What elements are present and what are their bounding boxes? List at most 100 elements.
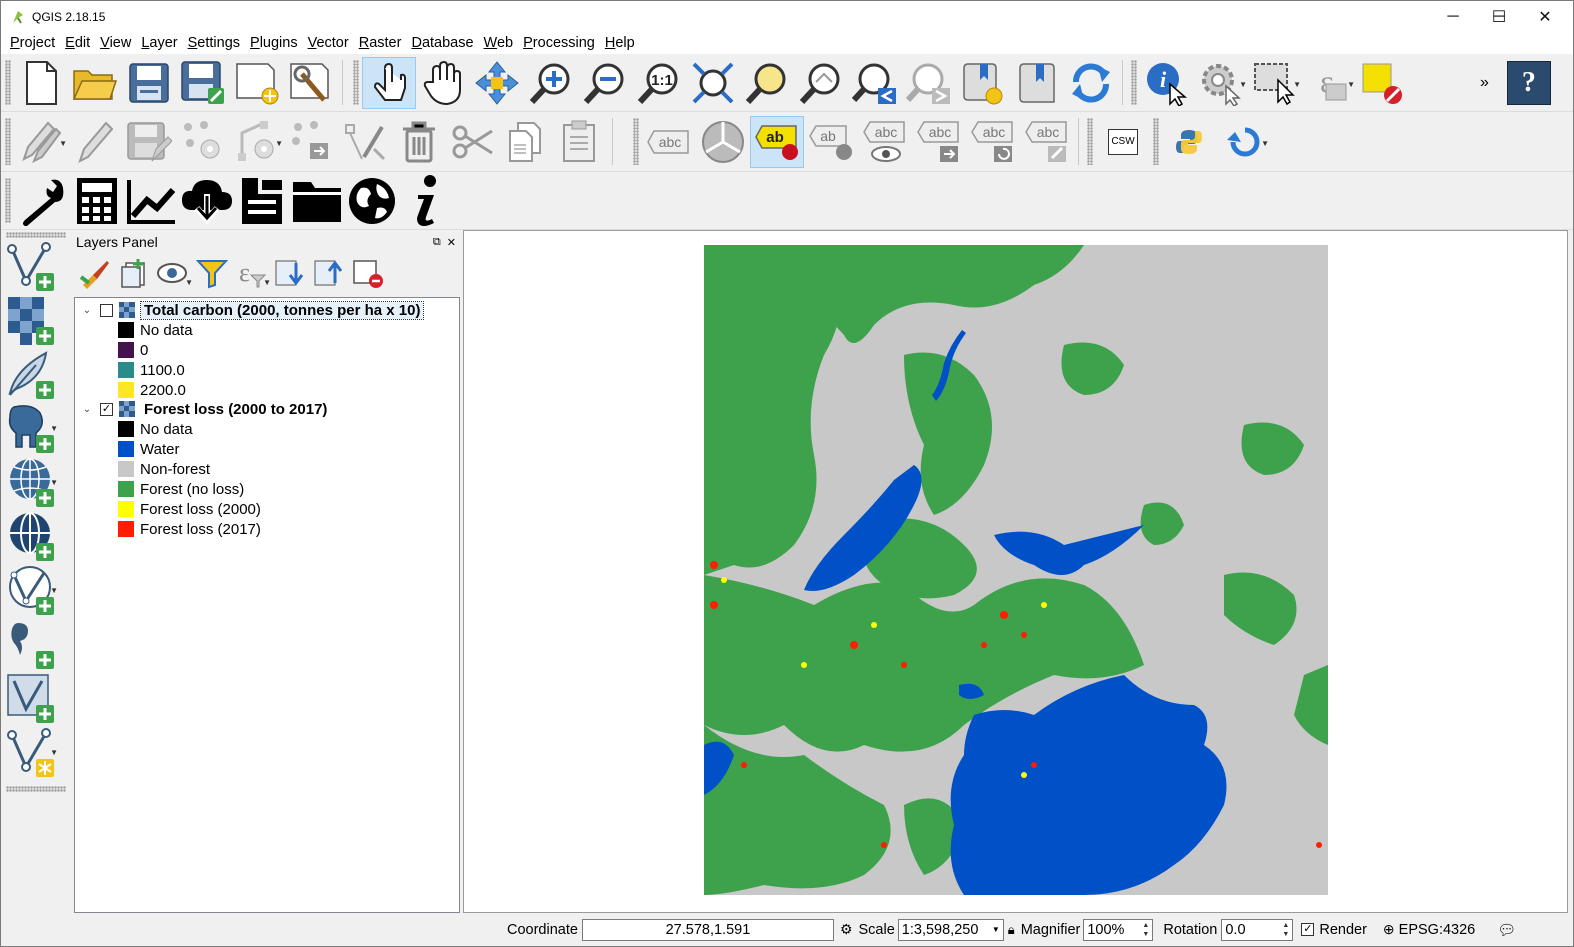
toolbar-handle[interactable]	[5, 59, 11, 106]
spin-arrows-icon[interactable]: ▲ ▼	[1282, 921, 1289, 939]
scale-combo[interactable]: 1:3,598,250 ▼	[897, 918, 1004, 941]
open-styling-button[interactable]	[77, 255, 113, 291]
zoom-last-button[interactable]	[848, 57, 902, 109]
crs-globe-icon[interactable]: ⊕	[1383, 921, 1395, 938]
menu-settings[interactable]: Settings	[183, 32, 245, 54]
toolbar-handle[interactable]	[1087, 117, 1093, 166]
wrench-button[interactable]	[14, 173, 69, 229]
menu-layer[interactable]: Layer	[136, 32, 182, 54]
copy-features-button[interactable]	[500, 116, 554, 168]
expand-all-button[interactable]	[272, 255, 308, 291]
new-bookmark-button[interactable]	[956, 57, 1010, 109]
calculator-button[interactable]	[69, 173, 124, 229]
zoom-native-button[interactable]: 1:1	[632, 57, 686, 109]
highlight-pinned-button[interactable]: ab	[804, 116, 858, 168]
zoom-to-selection-button[interactable]	[740, 57, 794, 109]
add-vector-layer-button[interactable]	[2, 240, 62, 294]
menu-raster[interactable]: Raster	[354, 32, 407, 54]
layout-button[interactable]	[234, 173, 289, 229]
zoom-to-layer-button[interactable]	[794, 57, 848, 109]
add-wfs-button[interactable]: ▼	[2, 564, 62, 618]
crs-status[interactable]: EPSG:4326	[1399, 922, 1476, 938]
add-feature-button[interactable]	[176, 116, 230, 168]
dropdown-arrow-icon[interactable]: ▼	[185, 278, 193, 287]
collapse-all-button[interactable]	[311, 255, 347, 291]
dropdown-arrow-icon[interactable]: ▼	[1347, 80, 1355, 89]
open-project-button[interactable]	[68, 57, 122, 109]
expand-chevron-icon[interactable]: ⌄	[79, 305, 95, 316]
paste-features-button[interactable]	[554, 116, 608, 168]
dropdown-arrow-icon[interactable]: ▼	[1239, 80, 1247, 89]
forest-loss-raster-map[interactable]	[704, 245, 1328, 895]
manage-visibility-button[interactable]: ▼	[155, 255, 193, 291]
rotation-spinbox[interactable]: 0.0 ▲ ▼	[1221, 918, 1294, 941]
dropdown-arrow-icon[interactable]: ▼	[50, 586, 58, 595]
dropdown-arrow-icon[interactable]: ▼	[59, 139, 67, 148]
run-feature-action-button[interactable]: ▼	[1194, 57, 1248, 109]
close-button[interactable]: ✕	[1522, 1, 1568, 32]
menu-help[interactable]: Help	[600, 32, 640, 54]
zoom-full-button[interactable]	[686, 57, 740, 109]
move-feature-button[interactable]: ▼	[230, 116, 284, 168]
float-panel-icon[interactable]: ⧉	[433, 236, 441, 249]
menu-plugins[interactable]: Plugins	[245, 32, 303, 54]
filter-legend-button[interactable]	[194, 255, 230, 291]
dropdown-arrow-icon[interactable]: ▼	[1293, 80, 1301, 89]
node-tool-button[interactable]	[284, 116, 338, 168]
add-wms-button[interactable]: ▼	[2, 456, 62, 510]
toolbar-handle[interactable]	[353, 59, 359, 106]
close-panel-icon[interactable]: ✕	[447, 236, 456, 249]
toolbar-overflow-button[interactable]: »	[1480, 74, 1489, 92]
dropdown-arrow-icon[interactable]: ▼	[1261, 139, 1269, 148]
cut-features-button[interactable]	[446, 116, 500, 168]
maximize-button[interactable]: ☐	[1476, 1, 1522, 32]
add-raster-layer-button[interactable]	[2, 294, 62, 348]
save-layer-edits-button[interactable]	[122, 116, 176, 168]
save-project-button[interactable]	[122, 57, 176, 109]
layer-labeling-button[interactable]: abc	[642, 116, 696, 168]
menu-web[interactable]: Web	[479, 32, 519, 54]
render-checkbox[interactable]: ✓	[1301, 923, 1315, 936]
new-shapefile-button[interactable]: ▼	[2, 726, 62, 780]
toolbar-handle[interactable]	[1131, 59, 1137, 106]
dropdown-arrow-icon[interactable]: ▼	[275, 139, 283, 148]
show-bookmarks-button[interactable]	[1010, 57, 1064, 109]
deselect-all-button[interactable]	[1356, 57, 1410, 109]
refresh-button[interactable]	[1064, 57, 1118, 109]
current-edits-button[interactable]: ▼	[14, 116, 68, 168]
rotate-label-button[interactable]: abc	[966, 116, 1020, 168]
magnifier-spinbox[interactable]: 100% ▲ ▼	[1083, 918, 1154, 941]
toolbar-handle[interactable]	[633, 117, 639, 166]
add-group-button[interactable]	[116, 255, 152, 291]
cloud-download-button[interactable]	[179, 173, 234, 229]
add-postgis-button[interactable]: ▼	[2, 402, 62, 456]
toggle-editing-button[interactable]	[68, 116, 122, 168]
spin-arrows-icon[interactable]: ▲ ▼	[1142, 921, 1149, 939]
menu-vector[interactable]: Vector	[303, 32, 354, 54]
folder-button[interactable]	[289, 173, 344, 229]
toolbar-handle[interactable]	[6, 786, 66, 792]
remove-layer-button[interactable]	[350, 255, 386, 291]
python-console-button[interactable]	[1162, 116, 1216, 168]
dropdown-arrow-icon[interactable]: ▼	[50, 748, 58, 757]
layer-row[interactable]: ⌄ ✓ Forest loss (2000 to 2017)	[75, 399, 330, 419]
globe-button[interactable]	[344, 173, 399, 229]
add-spatialite-button[interactable]	[2, 618, 62, 672]
menu-view[interactable]: View	[95, 32, 136, 54]
add-wcs-button[interactable]	[2, 510, 62, 564]
select-by-expression-button[interactable]: ε ▼	[1302, 57, 1356, 109]
toolbar-handle[interactable]	[6, 232, 66, 238]
pan-map-button[interactable]	[416, 57, 470, 109]
map-canvas[interactable]	[463, 230, 1568, 913]
zoom-next-button[interactable]	[902, 57, 956, 109]
toolbar-handle[interactable]	[5, 177, 11, 224]
layer-visibility-checkbox[interactable]: ✓	[100, 402, 113, 416]
add-virtual-layer-button[interactable]	[2, 672, 62, 726]
identify-features-button[interactable]: i	[1140, 57, 1194, 109]
zoom-in-button[interactable]	[524, 57, 578, 109]
composer-manager-button[interactable]	[284, 57, 338, 109]
info-button[interactable]	[399, 173, 454, 229]
coordinate-toggle-icon[interactable]: ⚙	[840, 921, 853, 938]
add-delimited-text-button[interactable]	[2, 348, 62, 402]
menu-database[interactable]: Database	[406, 32, 478, 54]
